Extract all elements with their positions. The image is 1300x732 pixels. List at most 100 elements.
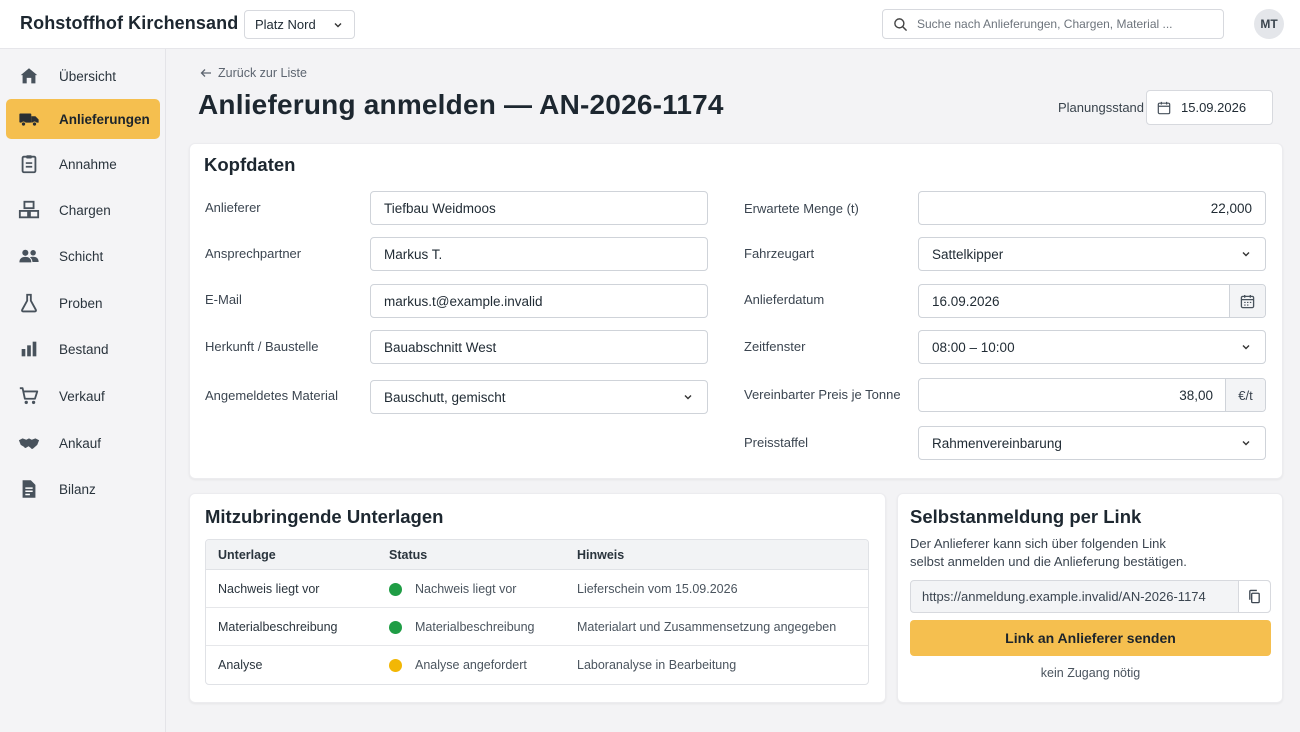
sidebar-item-label: Chargen — [59, 202, 111, 218]
search-input[interactable] — [917, 17, 1213, 31]
sidebar-item-label: Proben — [59, 295, 103, 311]
sidebar-item-label: Annahme — [59, 156, 117, 172]
sidebar-item-anlieferungen[interactable]: Anlieferungen — [6, 99, 160, 139]
registration-link-value: https://anmeldung.example.invalid/AN-202… — [922, 589, 1206, 604]
unterlagen-title: Mitzubringende Unterlagen — [205, 506, 444, 527]
preisstaffel-select[interactable]: Rahmenvereinbarung — [918, 426, 1266, 460]
flask-icon — [18, 292, 40, 314]
email-field[interactable]: markus.t@example.invalid — [370, 284, 708, 318]
description-line-2: selbst anmelden und die Anlieferung best… — [910, 554, 1187, 569]
zeitfenster-value: 08:00 – 10:00 — [932, 339, 1015, 355]
anlieferdatum-value: 16.09.2026 — [932, 293, 1000, 309]
hinweis-cell: Laboranalyse in Bearbeitung — [577, 658, 737, 672]
site-select[interactable]: Platz Nord — [244, 10, 355, 39]
fahrzeugart-label: Fahrzeugart — [744, 246, 815, 261]
chevron-down-icon — [334, 22, 342, 27]
table-header: Unterlage Status Hinweis — [206, 540, 868, 570]
anlieferer-value: Tiefbau Weidmoos — [384, 200, 496, 216]
column-header-unterlage: Unterlage — [218, 548, 276, 562]
column-header-status: Status — [389, 548, 428, 562]
boxes-icon — [18, 199, 40, 221]
menge-label: Erwartete Menge (t) — [744, 201, 859, 216]
status-dot-ok — [389, 583, 402, 596]
home-icon — [18, 65, 40, 87]
chevron-down-icon — [1242, 441, 1250, 446]
material-select[interactable]: Bauschutt, gemischt — [370, 380, 708, 414]
sidebar-item-uebersicht[interactable]: Übersicht — [6, 56, 160, 96]
herkunft-label: Herkunft / Baustelle — [205, 339, 319, 354]
ansprechpartner-field[interactable]: Markus T. — [370, 237, 708, 271]
back-to-list-link[interactable]: Zurück zur Liste — [200, 66, 307, 80]
unterlage-cell: Analyse — [218, 658, 263, 672]
bar-chart-icon — [18, 338, 40, 360]
sidebar-item-label: Ankauf — [59, 435, 102, 451]
status-dot-pending — [389, 659, 402, 672]
sidebar-item-proben[interactable]: Proben — [6, 283, 160, 323]
people-icon — [18, 245, 40, 267]
planning-date-value: 15.09.2026 — [1181, 100, 1247, 115]
sidebar-item-label: Bilanz — [59, 481, 96, 497]
brand-name: Rohstoffhof Kirchensand — [20, 13, 239, 33]
selbstanmeldung-title: Selbstanmeldung per Link — [910, 506, 1142, 527]
sidebar-item-bilanz[interactable]: Bilanz — [6, 469, 160, 509]
no-access-note: kein Zugang nötig — [1040, 666, 1141, 680]
sidebar-item-label: Bestand — [59, 341, 109, 357]
calendar-icon — [1240, 294, 1255, 308]
registration-link-field[interactable]: https://anmeldung.example.invalid/AN-202… — [910, 580, 1271, 613]
preis-unit: €/t — [1225, 379, 1265, 411]
copy-link-button[interactable] — [1238, 581, 1270, 612]
back-link-label: Zurück zur Liste — [218, 66, 307, 80]
unterlagen-table: Unterlage Status Hinweis Nachweis liegt … — [205, 539, 869, 685]
hinweis-cell: Materialart und Zusammensetzung angegebe… — [577, 620, 837, 634]
sidebar-item-chargen[interactable]: Chargen — [6, 190, 160, 230]
preisstaffel-label: Preisstaffel — [744, 435, 809, 450]
fahrzeugart-select[interactable]: Sattelkipper — [918, 237, 1266, 271]
planning-date-picker[interactable]: 15.09.2026 — [1146, 90, 1273, 125]
status-cell: Nachweis liegt vor — [415, 582, 517, 596]
top-bar: Rohstoffhof Kirchensand Platz Nord MT — [0, 0, 1300, 48]
ansprechpartner-value: Markus T. — [384, 246, 443, 262]
sidebar-item-label: Anlieferungen — [59, 111, 150, 127]
unterlage-cell: Nachweis liegt vor — [218, 582, 320, 596]
sidebar-item-label: Verkauf — [59, 388, 105, 404]
anlieferdatum-label: Anlieferdatum — [744, 292, 825, 307]
arrow-left-icon — [200, 69, 211, 77]
search-box[interactable] — [882, 9, 1224, 39]
sidebar-item-annahme[interactable]: Annahme — [6, 144, 160, 184]
calendar-icon — [1157, 101, 1171, 114]
zeitfenster-select[interactable]: 08:00 – 10:00 — [918, 330, 1266, 364]
email-value: markus.t@example.invalid — [384, 293, 543, 309]
chevron-down-icon — [684, 395, 692, 400]
table-row: Nachweis liegt vor Nachweis liegt vor Li… — [206, 570, 868, 608]
preis-field[interactable]: 38,00 €/t — [918, 378, 1266, 412]
page-title: Anlieferung anmelden — AN-2026-1174 — [198, 89, 724, 120]
sidebar-item-schicht[interactable]: Schicht — [6, 236, 160, 276]
send-link-button[interactable]: Link an Anlieferer senden — [910, 620, 1271, 656]
preisstaffel-value: Rahmenvereinbarung — [932, 435, 1062, 451]
site-select-value: Platz Nord — [255, 17, 316, 32]
zeitfenster-label: Zeitfenster — [744, 339, 806, 354]
fahrzeugart-value: Sattelkipper — [932, 246, 1004, 262]
cart-icon — [18, 385, 40, 407]
handshake-icon — [18, 432, 40, 454]
sidebar: Übersicht Anlieferungen Annahme Chargen … — [0, 48, 166, 732]
chevron-down-icon — [1242, 252, 1250, 257]
table-row: Analyse Analyse angefordert Laboranalyse… — [206, 646, 868, 684]
herkunft-field[interactable]: Bauabschnitt West — [370, 330, 708, 364]
unterlage-cell: Materialbeschreibung — [218, 620, 338, 634]
herkunft-value: Bauabschnitt West — [384, 339, 497, 355]
anlieferdatum-field[interactable]: 16.09.2026 — [918, 284, 1266, 318]
sidebar-item-ankauf[interactable]: Ankauf — [6, 423, 160, 463]
sidebar-item-verkauf[interactable]: Verkauf — [6, 376, 160, 416]
anlieferer-field[interactable]: Tiefbau Weidmoos — [370, 191, 708, 225]
selbstanmeldung-description: Der Anlieferer kann sich über folgenden … — [910, 535, 1260, 571]
ansprechpartner-label: Ansprechpartner — [205, 246, 302, 261]
sidebar-item-bestand[interactable]: Bestand — [6, 329, 160, 369]
menge-field[interactable]: 22,000 — [918, 191, 1266, 225]
sidebar-item-label: Übersicht — [59, 68, 117, 84]
user-avatar[interactable]: MT — [1254, 9, 1284, 39]
material-label: Angemeldetes Material — [205, 388, 338, 403]
table-row: Materialbeschreibung Materialbeschreibun… — [206, 608, 868, 646]
date-picker-button[interactable] — [1229, 285, 1265, 317]
status-dot-ok — [389, 621, 402, 634]
